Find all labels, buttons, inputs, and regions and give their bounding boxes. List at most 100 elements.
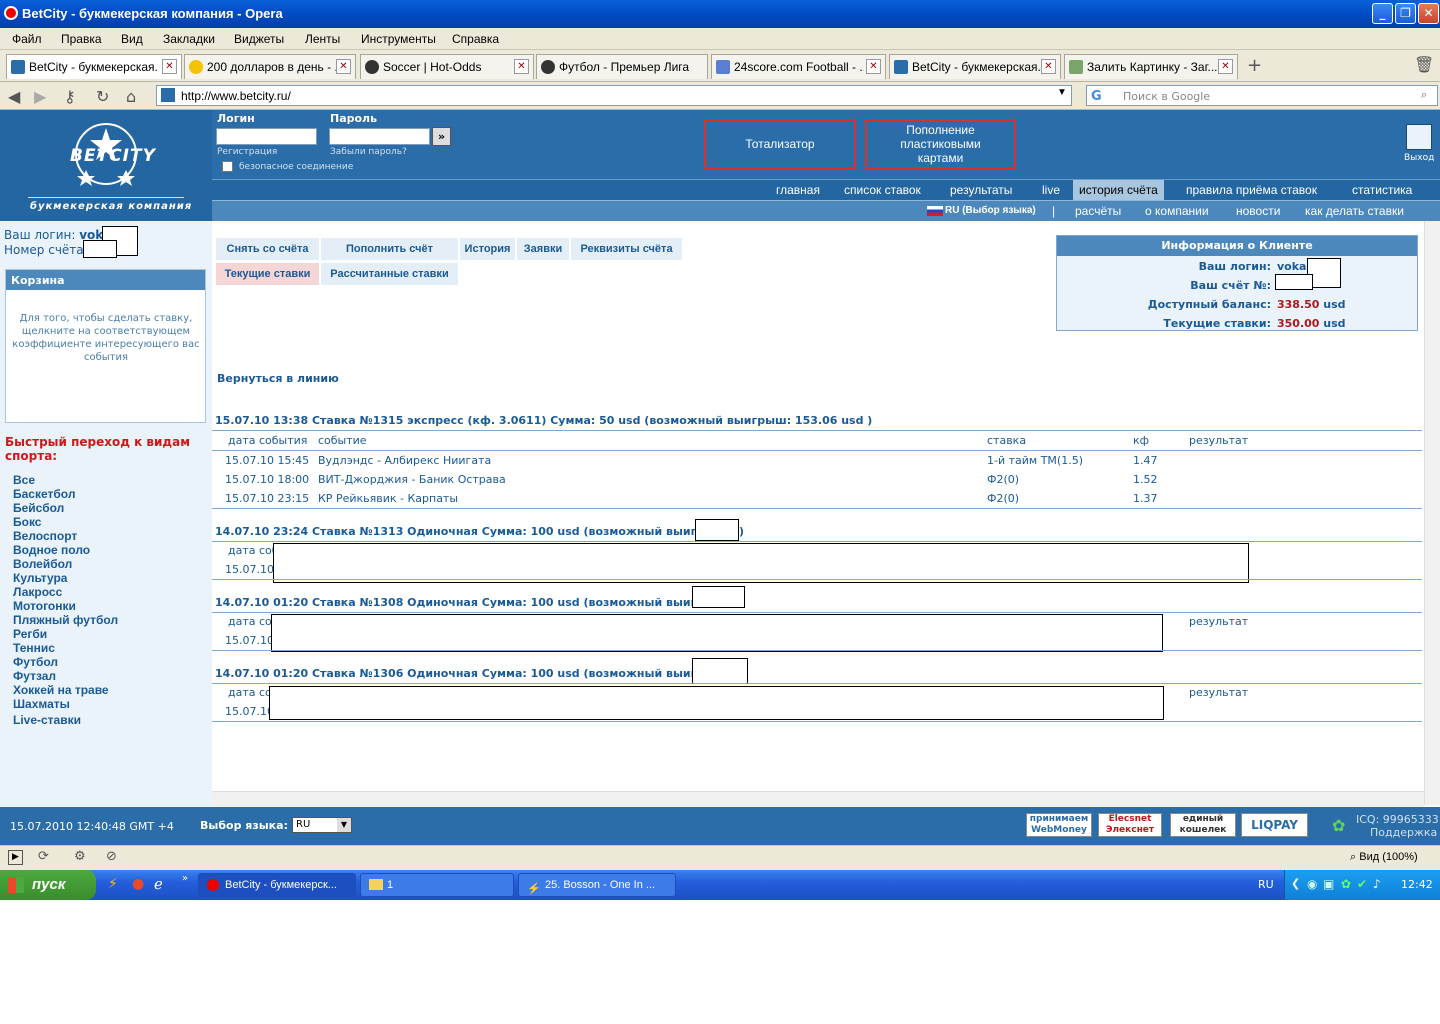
menu-view[interactable]: Вид (121, 32, 143, 46)
tab-upload-image[interactable]: Залить Картинку - Заг... ✕ (1064, 54, 1238, 79)
task-winamp[interactable]: ⚡ 25. Bosson - One In ... (518, 873, 676, 897)
webmoney-badge[interactable]: принимаем WebMoney (1026, 813, 1092, 837)
quicklaunch-winamp-icon[interactable]: ⚡ (108, 876, 118, 892)
sync-icon[interactable]: ⟳ (38, 849, 49, 864)
history-button[interactable]: История (460, 238, 515, 260)
close-tab-icon[interactable]: ✕ (336, 59, 351, 74)
menu-feeds[interactable]: Ленты (305, 32, 340, 46)
start-button[interactable]: пуск (0, 870, 96, 900)
menu-bookmarks[interactable]: Закладки (163, 32, 215, 46)
tab-betcity-2[interactable]: BetCity - букмекерская... ✕ (889, 54, 1061, 79)
sport-link[interactable]: Регби (13, 627, 47, 641)
nav-results[interactable]: результаты (950, 183, 1012, 197)
close-tab-icon[interactable]: ✕ (1041, 59, 1056, 74)
tab-betcity-1[interactable]: BetCity - букмекерская... ✕ (6, 54, 182, 79)
back-icon[interactable]: ◀ (8, 87, 20, 106)
menu-edit[interactable]: Правка (61, 32, 102, 46)
sport-link[interactable]: Велоспорт (13, 529, 77, 543)
nav-rules[interactable]: правила приёма ставок (1186, 183, 1317, 197)
nav-home[interactable]: главная (776, 183, 820, 197)
sport-link[interactable]: Хоккей на траве (13, 683, 109, 697)
sport-link[interactable]: Водное поло (13, 543, 90, 557)
register-link[interactable]: Регистрация (217, 147, 277, 157)
sport-link[interactable]: Футзал (13, 669, 56, 683)
logout-link[interactable]: Выход (1404, 153, 1434, 163)
sport-link[interactable]: Бейсбол (13, 501, 64, 515)
sport-link[interactable]: Все (13, 473, 35, 487)
tab-football-premier[interactable]: Футбол - Премьер Лига... (536, 54, 708, 79)
close-tab-icon[interactable]: ✕ (866, 59, 881, 74)
sport-link[interactable]: Баскетбол (13, 487, 75, 501)
wand-icon[interactable]: ⚷ (64, 87, 76, 106)
task-folder[interactable]: 1 (360, 873, 514, 897)
close-tab-icon[interactable]: ✕ (514, 59, 529, 74)
home-icon[interactable]: ⌂ (126, 87, 136, 106)
tray-display-icon[interactable]: ▣ (1323, 877, 1334, 891)
sport-link[interactable]: Пляжный футбол (13, 613, 118, 627)
wallet-one-badge[interactable]: единый кошелек (1170, 813, 1236, 837)
input-language[interactable]: RU (1258, 878, 1274, 891)
withdraw-button[interactable]: Снять со счёта (216, 238, 319, 260)
sport-link[interactable]: Волейбол (13, 557, 72, 571)
deposit-button[interactable]: Пополнить счёт (321, 238, 458, 260)
sport-link[interactable]: Шахматы (13, 697, 70, 711)
liqpay-badge[interactable]: LIQPAY (1241, 813, 1308, 837)
dropdown-icon[interactable]: ▼ (1057, 87, 1067, 98)
network-icon[interactable]: ⚙ (74, 849, 86, 864)
password-input[interactable] (329, 128, 430, 145)
sport-link[interactable]: Футбол (13, 655, 58, 669)
tab-200-dollars[interactable]: 200 долларов в день - ... ✕ (184, 54, 356, 79)
close-tab-icon[interactable]: ✕ (1218, 59, 1233, 74)
settled-bets-button[interactable]: Рассчитанные ставки (321, 263, 458, 285)
account-details-button[interactable]: Реквизиты счёта (571, 238, 682, 260)
footer-lang-select[interactable]: RU ▼ (292, 817, 352, 833)
search-icon[interactable]: ⌕ (1421, 88, 1427, 102)
totalizator-button[interactable]: Тотализатор (704, 119, 856, 169)
betcity-logo[interactable]: BETCITY букмекерская компания (0, 110, 212, 221)
trash-icon[interactable]: 🗑 (1414, 55, 1434, 74)
sport-link[interactable]: Live-ставки (13, 713, 81, 727)
nav-how-to-bet[interactable]: как делать ставки (1305, 204, 1404, 218)
tray-icq-icon[interactable]: ✿ (1341, 877, 1351, 891)
close-tab-icon[interactable]: ✕ (162, 59, 177, 74)
menu-widgets[interactable]: Виджеты (234, 32, 284, 46)
tray-expand-icon[interactable]: ❮ (1291, 877, 1300, 890)
zoom-level[interactable]: ⌕ Вид (100%) (1350, 851, 1418, 864)
card-topup-button[interactable]: Пополнение пластиковыми картами (865, 119, 1016, 169)
tray-check-icon[interactable]: ✔ (1357, 877, 1367, 891)
quicklaunch-ie-icon[interactable]: ℯ (154, 875, 163, 893)
logout-icon[interactable] (1406, 124, 1432, 150)
nav-statistics[interactable]: статистика (1352, 183, 1412, 197)
quicklaunch-more-icon[interactable]: » (182, 873, 188, 884)
task-betcity[interactable]: BetCity - букмекерск... (198, 873, 356, 897)
tab-soccer-hot-odds[interactable]: Soccer | Hot-Odds ✕ (360, 54, 534, 79)
nav-bet-list[interactable]: список ставок (844, 183, 921, 197)
nav-settlements[interactable]: расчёты (1075, 204, 1121, 218)
sport-link[interactable]: Теннис (13, 641, 55, 655)
forgot-password-link[interactable]: Забыли пароль? (330, 147, 407, 157)
nav-news[interactable]: новости (1236, 204, 1280, 218)
vertical-scrollbar[interactable] (1424, 221, 1440, 805)
sport-link[interactable]: Мотогонки (13, 599, 76, 613)
login-input[interactable] (216, 128, 317, 145)
minimize-button[interactable]: _ (1372, 3, 1393, 24)
horizontal-scrollbar[interactable] (212, 791, 1424, 807)
elecsnet-badge[interactable]: Elecsnet Элекснет (1098, 813, 1162, 837)
search-input[interactable]: G Поиск в Google ⌕ (1086, 85, 1438, 106)
nav-account-history[interactable]: история счёта (1073, 180, 1164, 200)
maximize-button[interactable]: ❐ (1395, 3, 1416, 24)
sport-link[interactable]: Бокс (13, 515, 41, 529)
menu-help[interactable]: Справка (452, 32, 499, 46)
sport-link[interactable]: Лакросс (13, 585, 62, 599)
language-selector[interactable]: RU (Выбор языка) (945, 205, 1036, 216)
reload-icon[interactable]: ↻ (96, 87, 109, 106)
menu-file[interactable]: Файл (12, 32, 42, 46)
sport-link[interactable]: Культура (13, 571, 67, 585)
current-bets-button[interactable]: Текущие ставки (216, 263, 319, 285)
tray-volume-icon[interactable]: ♪ (1373, 877, 1381, 891)
quicklaunch-firefox-icon[interactable]: ● (132, 876, 144, 892)
nav-about[interactable]: о компании (1145, 204, 1209, 218)
panel-toggle-icon[interactable]: ▶ (8, 850, 23, 865)
new-tab-icon[interactable]: + (1247, 55, 1262, 76)
tab-24score[interactable]: 24score.com Football - ... ✕ (711, 54, 886, 79)
